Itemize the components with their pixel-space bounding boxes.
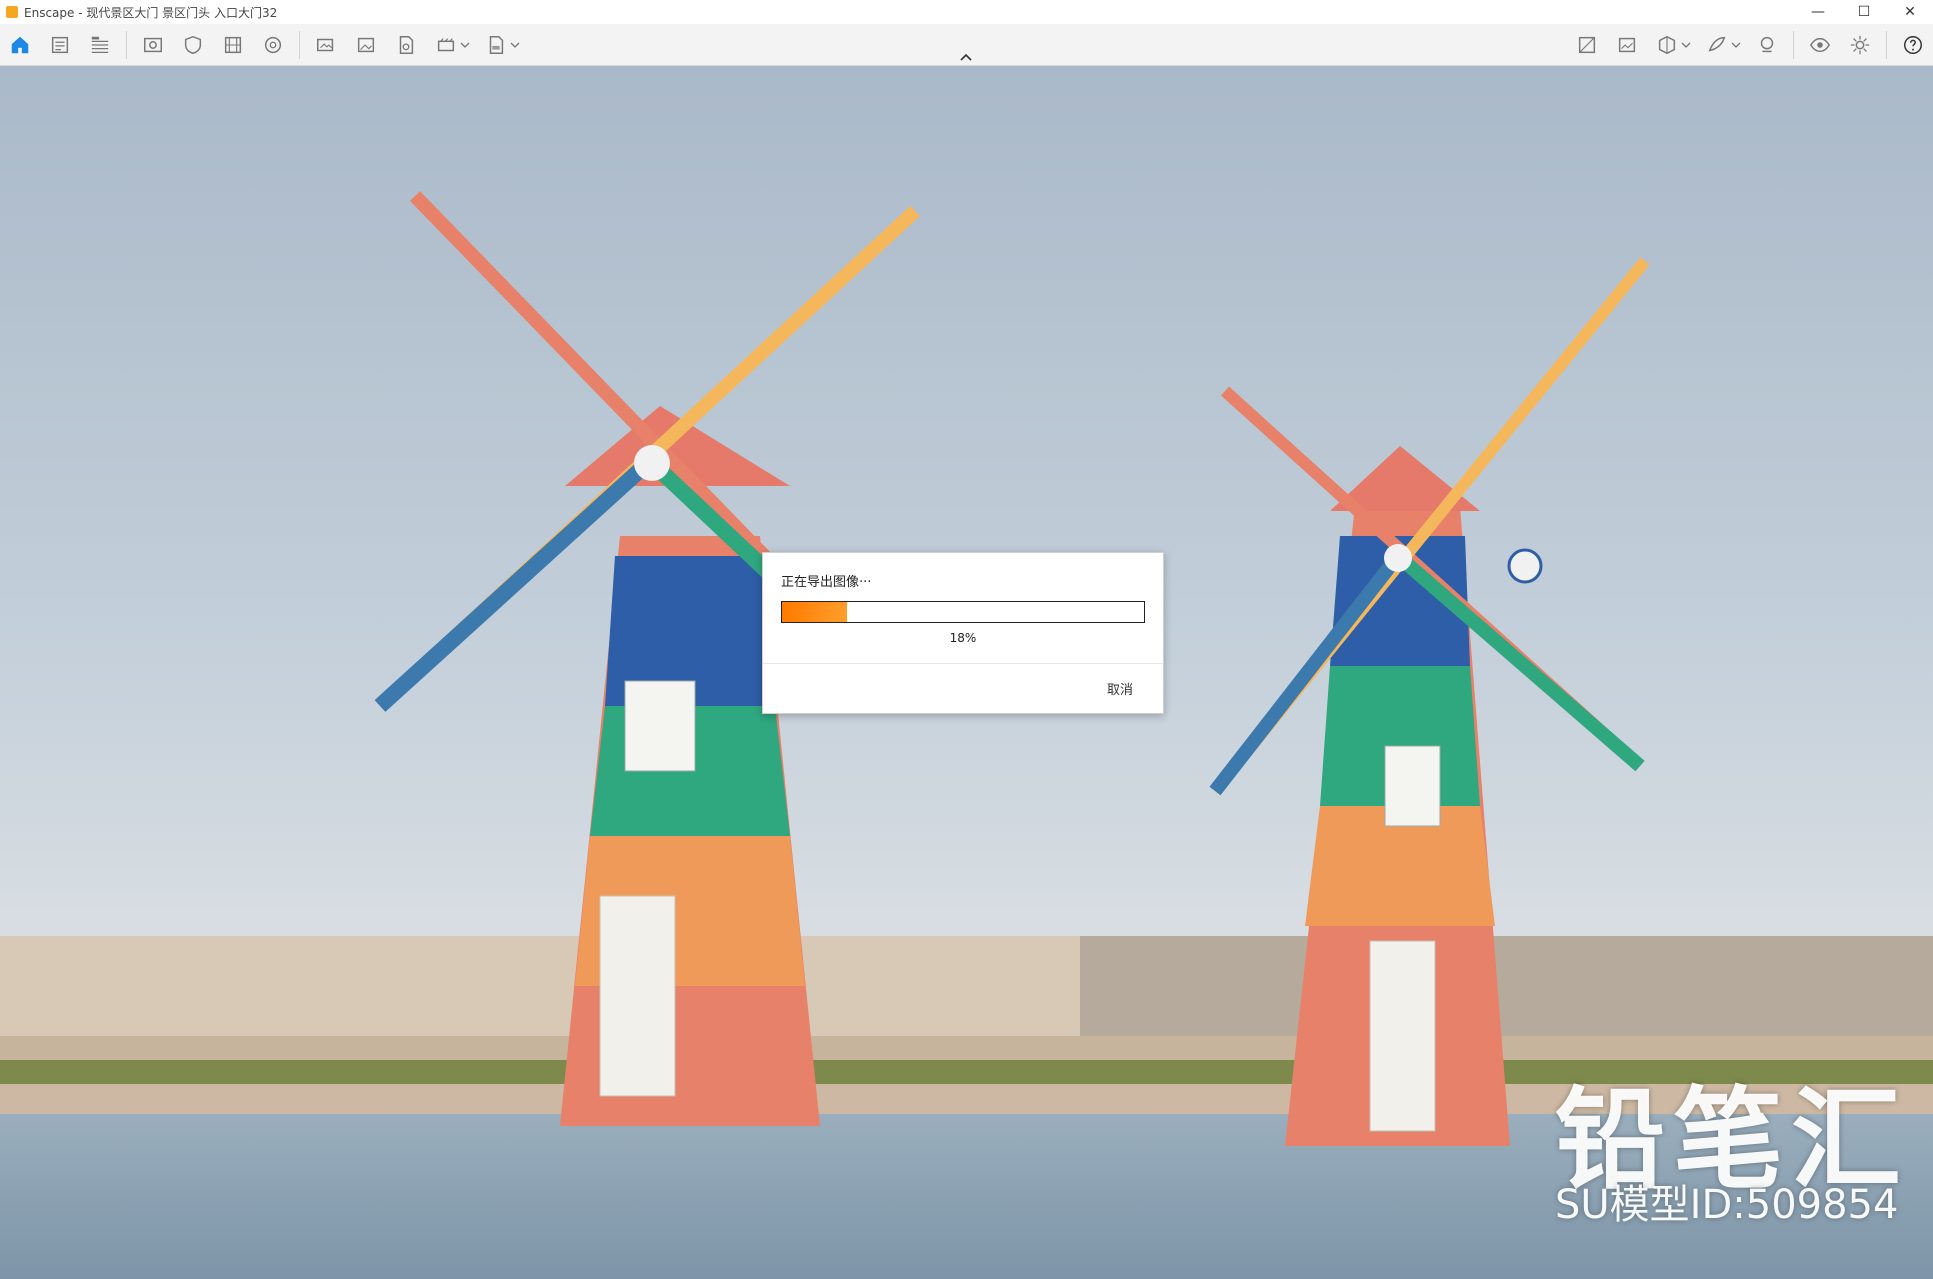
bim-icon	[91, 36, 109, 53]
collapse-toolbar-icon[interactable]	[958, 49, 974, 65]
chevron-down-icon[interactable]	[460, 40, 470, 50]
toolbar-left-group	[0, 28, 526, 62]
bim-button[interactable]	[82, 28, 118, 62]
views-icon	[51, 36, 69, 53]
progress-fill	[782, 602, 848, 622]
screenshot-button[interactable]	[308, 28, 344, 62]
batch-button[interactable]	[215, 28, 251, 62]
chevron-down-icon[interactable]	[510, 40, 520, 50]
toolbar-separator	[126, 30, 127, 59]
panorama-icon	[399, 35, 414, 54]
vr-button[interactable]	[255, 28, 291, 62]
material-editor-button[interactable]	[1609, 28, 1645, 62]
enscape-logo-icon	[6, 6, 18, 18]
image-button[interactable]	[348, 28, 384, 62]
home-button[interactable]	[2, 28, 38, 62]
section-button[interactable]	[1649, 28, 1685, 62]
settings-icon	[1850, 35, 1870, 54]
dialog-divider	[763, 663, 1163, 664]
maximize-button[interactable]: ☐	[1841, 0, 1887, 24]
panorama-button[interactable]	[388, 28, 424, 62]
watermark-model-id: SU模型ID:509854	[1555, 1182, 1899, 1228]
export-progress-bar	[781, 601, 1145, 623]
title-bar: Enscape - 现代景区大门 景区门头 入口大门32 — ☐ ✕	[0, 0, 1933, 24]
material-editor-icon	[1618, 37, 1636, 52]
safe-frame-icon	[184, 35, 202, 54]
capture-button[interactable]	[135, 28, 171, 62]
collaboration-button[interactable]	[1749, 28, 1785, 62]
settings-button[interactable]	[1842, 28, 1878, 62]
visual-settings-button[interactable]	[1699, 28, 1735, 62]
exe-export-icon	[489, 35, 504, 54]
video-icon	[437, 37, 455, 51]
batch-icon	[224, 36, 242, 53]
help-button[interactable]	[1895, 28, 1931, 62]
view-toggle-icon	[1809, 37, 1831, 52]
screenshot-icon	[317, 38, 334, 51]
asset-library-button[interactable]	[1569, 28, 1605, 62]
safe-frame-button[interactable]	[175, 28, 211, 62]
toolbar-separator	[299, 30, 300, 59]
exe-export-button[interactable]	[478, 28, 514, 62]
vr-icon	[264, 36, 282, 53]
collaboration-icon	[1760, 36, 1774, 52]
image-icon	[357, 37, 375, 52]
video-button[interactable]	[428, 28, 464, 62]
views-button[interactable]	[42, 28, 78, 62]
capture-icon	[144, 37, 162, 52]
cancel-button[interactable]: 取消	[1107, 679, 1133, 698]
help-icon	[1904, 35, 1922, 54]
window-title: Enscape - 现代景区大门 景区门头 入口大门32	[24, 5, 278, 20]
view-toggle-button[interactable]	[1802, 28, 1838, 62]
toolbar-separator	[1793, 30, 1794, 59]
section-icon	[1658, 35, 1676, 54]
export-status-message: 正在导出图像···	[781, 575, 872, 590]
minimize-button[interactable]: —	[1795, 0, 1841, 24]
visual-settings-icon	[1708, 36, 1726, 51]
chevron-down-icon[interactable]	[1681, 40, 1691, 50]
export-progress-dialog: 正在导出图像··· 18% 取消	[762, 552, 1164, 714]
close-button[interactable]: ✕	[1887, 0, 1933, 24]
chevron-down-icon[interactable]	[1731, 40, 1741, 50]
progress-percent: 18%	[949, 631, 977, 645]
asset-library-icon	[1578, 36, 1596, 53]
home-icon	[11, 36, 29, 53]
toolbar-right-group	[1567, 28, 1933, 62]
toolbar-separator	[1886, 30, 1887, 59]
